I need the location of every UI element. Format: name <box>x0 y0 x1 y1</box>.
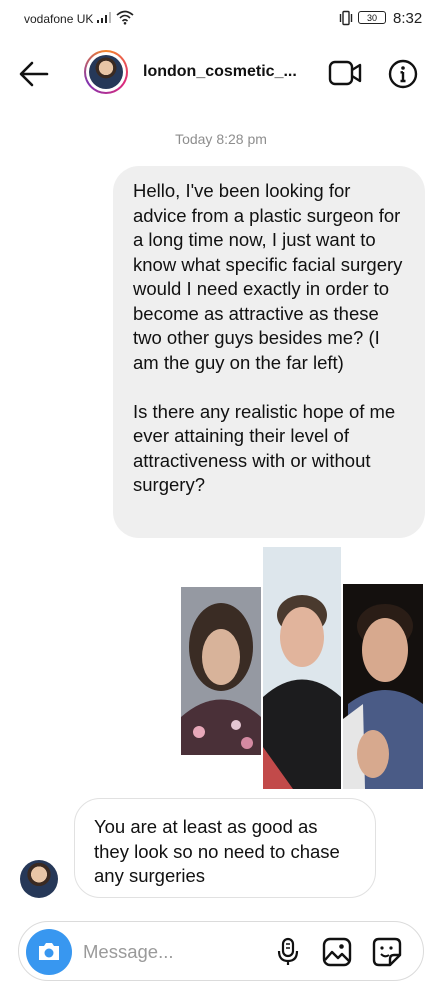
incoming-message-bubble[interactable]: You are at least as good as they look so… <box>74 798 376 898</box>
sticker-icon[interactable] <box>372 937 402 967</box>
gallery-icon[interactable] <box>322 937 352 967</box>
signal-icon <box>97 12 111 23</box>
status-bar: vodafone UK 30 8:32 <box>0 0 442 40</box>
outgoing-message-bubble[interactable]: Hello, I've been looking for advice from… <box>113 166 425 538</box>
carrier-label: vodafone UK <box>24 12 94 26</box>
profile-avatar[interactable] <box>84 50 128 94</box>
username[interactable]: london_cosmetic_... <box>143 63 297 81</box>
info-icon[interactable] <box>388 59 418 89</box>
photo-middle <box>263 547 341 789</box>
message-text: You are at least as good as they look so… <box>94 816 340 886</box>
sender-avatar[interactable] <box>20 860 58 898</box>
video-camera-icon[interactable] <box>328 59 362 87</box>
message-composer <box>18 921 424 981</box>
vibrate-icon <box>339 10 353 26</box>
battery-icon: 30 <box>358 11 386 24</box>
wifi-icon <box>116 10 134 25</box>
camera-button[interactable] <box>26 929 72 975</box>
message-paragraph: Is there any realistic hope of me ever a… <box>133 400 396 496</box>
message-timestamp: Today 8:28 pm <box>175 131 267 147</box>
photo-left <box>181 587 261 755</box>
microphone-icon[interactable] <box>275 937 301 967</box>
clock: 8:32 <box>393 10 423 27</box>
message-paragraph: Hello, I've been looking for advice from… <box>133 180 403 373</box>
message-input[interactable] <box>83 940 263 964</box>
photo-collage[interactable] <box>181 547 423 789</box>
photo-right <box>343 584 423 789</box>
camera-icon <box>39 943 59 960</box>
back-arrow-icon[interactable] <box>18 60 50 88</box>
